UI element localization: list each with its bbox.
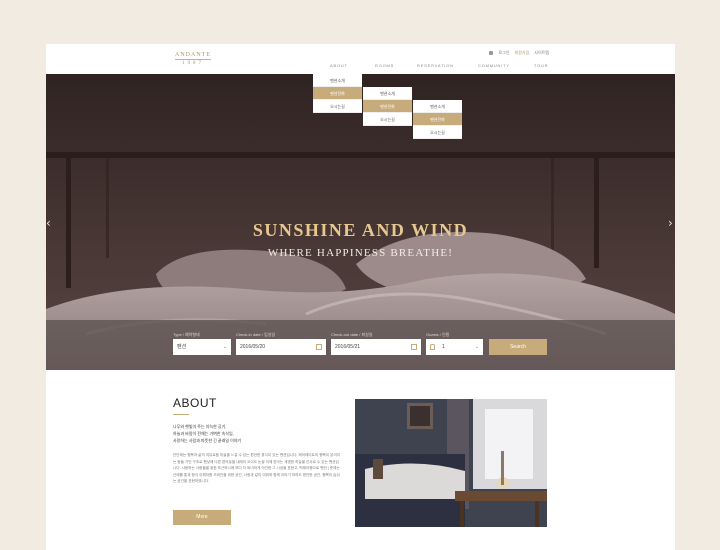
type-select[interactable]: 펜션 ⌄ xyxy=(173,339,231,355)
nav-reservation[interactable]: RESERVATION xyxy=(417,63,454,68)
nav-tour[interactable]: TOUR xyxy=(534,63,548,68)
login-link[interactable]: 로그인 xyxy=(498,50,509,56)
checkin-label: Check-in date / 입실일 xyxy=(236,332,276,337)
join-link[interactable]: 회원가입 xyxy=(515,50,530,56)
checkout-value: 2016/05/21 xyxy=(335,344,361,350)
dropdown-item[interactable]: 펜션소개 xyxy=(313,74,362,87)
calendar-icon[interactable] xyxy=(316,344,322,350)
main-nav: ABOUT ROOMS RESERVATION COMMUNITY TOUR xyxy=(46,63,675,73)
dropdown-item[interactable]: 오시는길 xyxy=(413,126,462,139)
dropdown-item-active[interactable]: 펜션전화 xyxy=(313,87,362,100)
sitemap-link[interactable]: 사이트맵 xyxy=(534,50,549,56)
utility-menu: 로그인 회원가입 사이트맵 xyxy=(489,50,549,56)
about-divider xyxy=(173,414,189,415)
checkout-input[interactable]: 2016/05/21 xyxy=(331,339,421,355)
dropdown-item[interactable]: 오시는길 xyxy=(313,100,362,113)
rooms-dropdown: 펜션소개 펜션전화 오시는길 xyxy=(363,87,412,126)
dropdown-item-active[interactable]: 펜션전화 xyxy=(363,100,412,113)
type-value: 펜션 xyxy=(177,344,187,350)
dropdown-item[interactable]: 펜션소개 xyxy=(413,100,462,113)
prev-slide-arrow-icon[interactable]: ‹ xyxy=(46,216,51,230)
about-lead: 나무와 햇빛이 주는 아늑한 공기, 하늘과 바람이 전해는 가벼한 속삭임, … xyxy=(173,423,353,444)
dropdown-item[interactable]: 펜션소개 xyxy=(363,87,412,100)
logo-name: ANDANTE xyxy=(175,52,211,58)
person-icon xyxy=(430,344,435,350)
chevron-down-icon: ⌄ xyxy=(222,344,227,350)
about-body: 안단테는 행복과 삶의 여유로움 미술을 느낄 수 있는 편안한 휴식이 있는 … xyxy=(173,453,341,483)
calendar-icon[interactable] xyxy=(411,344,417,350)
about-lead-line: 하늘과 바람이 전해는 가벼한 속삭임, xyxy=(173,431,234,436)
nav-community[interactable]: COMMUNITY xyxy=(478,63,510,68)
checkin-input[interactable]: 2016/05/20 xyxy=(236,339,326,355)
about-lead-line: 나무와 햇빛이 주는 아늑한 공기, xyxy=(173,424,227,429)
guests-select[interactable]: 1 ⌄ xyxy=(426,339,483,355)
dropdown-item[interactable]: 오시는길 xyxy=(363,113,412,126)
hero-title: SUNSHINE AND WIND xyxy=(252,220,469,240)
guests-value: 1 xyxy=(442,344,445,350)
logo-divider xyxy=(175,59,211,60)
type-label: Type / 예약형태 xyxy=(173,332,200,337)
page: ANDANTE 1987 로그인 회원가입 사이트맵 ABOUT ROOMS R… xyxy=(46,44,675,550)
booking-form: Type / 예약형태 펜션 ⌄ Check-in date / 입실일 201… xyxy=(46,320,675,370)
search-button[interactable]: Search xyxy=(489,339,547,355)
about-title: ABOUT xyxy=(173,396,217,410)
checkout-label: Check-out date / 퇴실일 xyxy=(331,332,373,337)
dropdown-item-active[interactable]: 펜션전화 xyxy=(413,113,462,126)
guests-label: Guests / 인원 xyxy=(426,332,450,337)
hero-subtitle: WHERE HAPPINESS BREATHE! xyxy=(267,247,454,259)
nav-about[interactable]: ABOUT xyxy=(330,63,348,68)
site-header: ANDANTE 1987 로그인 회원가입 사이트맵 ABOUT ROOMS R… xyxy=(46,44,675,74)
next-slide-arrow-icon[interactable]: › xyxy=(668,216,673,230)
chevron-down-icon: ⌄ xyxy=(474,344,479,350)
about-lead-line: 사랑하는 사람과 따뜻한 긴 끝래일 이야기 xyxy=(173,438,242,443)
checkin-value: 2016/05/20 xyxy=(240,344,266,350)
about-room-image xyxy=(355,399,547,527)
about-dropdown: 펜션소개 펜션전화 오시는길 xyxy=(313,74,362,113)
hero-slider: SUNSHINE AND WIND WHERE HAPPINESS BREATH… xyxy=(46,74,675,370)
reservation-dropdown: 펜션소개 펜션전화 오시는길 xyxy=(413,100,462,139)
nav-rooms[interactable]: ROOMS xyxy=(375,63,394,68)
lock-icon xyxy=(489,51,494,55)
more-button[interactable]: More xyxy=(173,510,231,525)
